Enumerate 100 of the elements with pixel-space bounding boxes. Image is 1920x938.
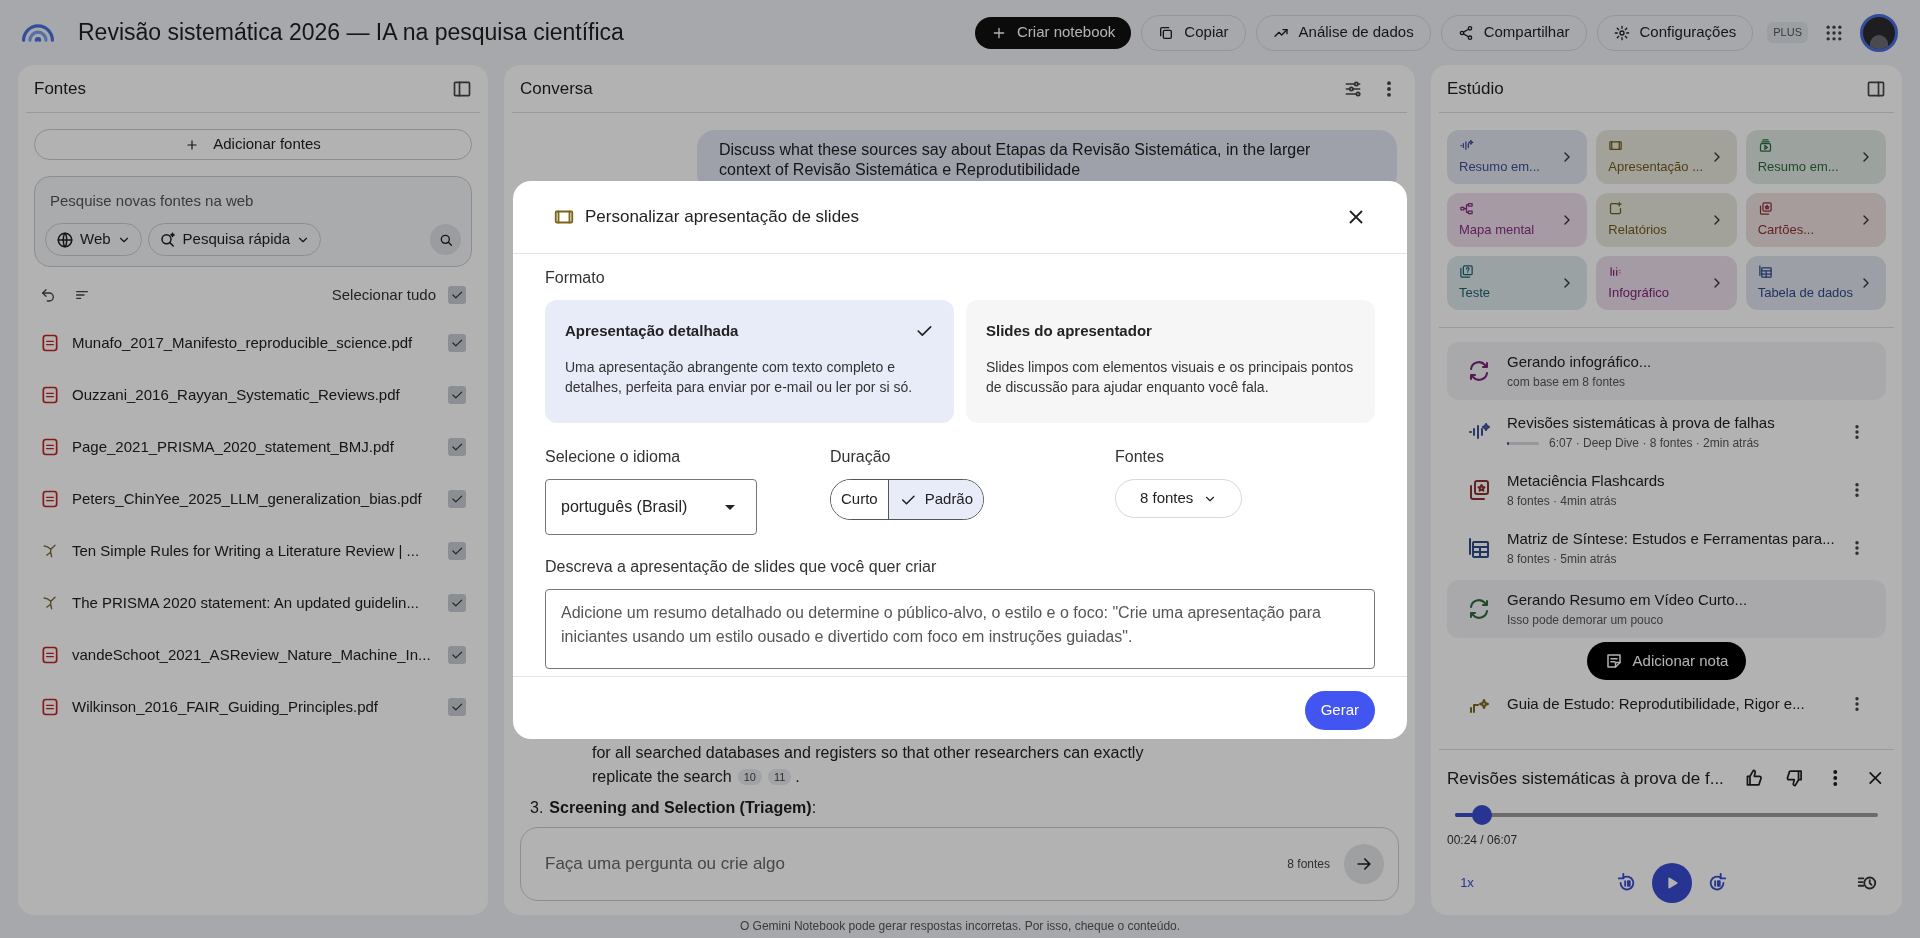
tile-label: Tabela de dados (1757, 283, 1855, 302)
source-item[interactable]: Ten Simple Rules for Writing a Literature Review | ... (26, 525, 480, 577)
field-label: Duração (830, 447, 892, 467)
field-label: Formato (545, 268, 606, 288)
undo-icon[interactable] (40, 287, 56, 303)
header-button[interactable]: Copiar (1141, 14, 1246, 51)
tile-label: Mapa mental (1459, 220, 1536, 239)
source-item[interactable]: The PRISMA 2020 statement: An updated guidelin... (26, 577, 480, 629)
item-title: Matriz de Síntese: Estudos e Ferramentas para... (1507, 528, 1832, 549)
source-name: vandeSchoot_2021_ASReview_Nature_Machine_In... (72, 644, 432, 665)
source-name: Page_2021_PRISMA_2020_statement_BMJ.pdf (72, 436, 395, 457)
select-value: português (Brasil) (561, 497, 689, 517)
source-item[interactable]: Munafo_2017_Manifesto_reproducible_science.pdf (26, 317, 480, 369)
item-meta: com base em 8 fontes (1507, 374, 1626, 392)
item-meta: 6:07 · Deep Dive · 8 fontes · 2min atrás (1549, 435, 1760, 453)
item-title: Gerando Resumo em Vídeo Curto... (1507, 589, 1749, 610)
studio-item[interactable]: Guia de Estudo: Reprodutibilidade, Rigor e... (1447, 684, 1886, 724)
tile-label: Relatórios (1608, 220, 1668, 239)
checkbox[interactable] (448, 594, 466, 612)
format-option[interactable]: Apresentação detalhada Uma apresentação abrangente com texto completo e detalhes, perfeita para enviar por e-mail ou ler por si só. (545, 300, 954, 423)
avatar[interactable] (1860, 13, 1898, 52)
item-meta: 8 fontes · 5min atrás (1507, 551, 1617, 569)
checkbox[interactable] (448, 438, 466, 456)
field-label: Selecione o idioma (545, 447, 682, 467)
playback-time: 00:24 / 06:07 (1447, 832, 1519, 849)
message-text: Discuss what these sources say about Etapas da Revisão Sistemática, in the larger (719, 140, 1312, 160)
source-item[interactable]: vandeSchoot_2021_ASReview_Nature_Machine_In... (26, 629, 480, 681)
header-button[interactable]: Criar notebook (974, 16, 1132, 49)
item-title: Metaciência Flashcards (1507, 470, 1666, 491)
item-meta: Isso pode demorar um pouco (1507, 612, 1664, 630)
checkbox[interactable] (448, 386, 466, 404)
source-item[interactable]: Peters_ChinYee_2025_LLM_generalization_bias.pdf (26, 473, 480, 525)
send-button[interactable] (1344, 844, 1384, 884)
document-icon (40, 489, 60, 509)
language-select[interactable]: português (Brasil) (545, 479, 757, 535)
note-icon (1604, 652, 1623, 670)
list-item-text: Screening and Selection (Triagem): (549, 798, 817, 818)
checkbox[interactable] (448, 334, 466, 352)
generate-button[interactable]: Gerar (1304, 691, 1375, 730)
plan-badge: PLUS (1767, 22, 1808, 43)
option-title: Slides do apresentador (986, 321, 1153, 341)
field-label: Fontes (1115, 447, 1165, 467)
document-icon (40, 385, 60, 405)
play-button[interactable] (1651, 863, 1692, 903)
source-name: Munafo_2017_Manifesto_reproducible_science.pdf (72, 332, 414, 353)
refresh-icon (1467, 359, 1491, 383)
studio-item[interactable]: Revisões sistemáticas à prova de falhas 6:07 · Deep Dive · 8 fontes · 2min atrás (1447, 406, 1886, 458)
duration-option[interactable]: Padrão (887, 480, 984, 519)
video-icon (1757, 137, 1773, 153)
citation-chip[interactable]: 11 (767, 768, 792, 786)
format-option[interactable]: Slides do apresentador Slides limpos com elementos visuais e os principais pontos de discussão para ajudar enquanto você fala. (966, 300, 1375, 423)
select-all-label: Selecionar tudo (331, 284, 436, 305)
studio-item[interactable]: Metaciência Flashcards 8 fontes · 4min atrás (1447, 464, 1886, 516)
search-field[interactable]: Pesquise novas fontes na web (45, 190, 461, 213)
waveform-icon (1459, 137, 1474, 153)
seek-thumb[interactable] (1472, 805, 1493, 825)
header-button[interactable]: Compartilhar (1440, 14, 1587, 51)
cards-icon (1467, 478, 1491, 502)
speed-button[interactable]: 1x (1447, 873, 1487, 893)
disclaimer: O Gemini Notebook pode gerar respostas incorretas. Por isso, cheque o conteúdo. (738, 918, 1182, 935)
response-text: . (795, 767, 800, 787)
checkbox[interactable] (448, 698, 466, 716)
report-icon (1608, 200, 1624, 216)
globe-icon (56, 230, 74, 249)
option-description: Uma apresentação abrangente com texto completo e detalhes, perfeita para enviar por e-mail ou ler por si só. (565, 357, 914, 397)
source-item[interactable]: Ouzzani_2016_Rayyan_Systematic_Reviews.pdf (26, 369, 480, 421)
studio-item[interactable]: Matriz de Síntese: Estudos e Ferramentas para... 8 fontes · 5min atrás (1447, 522, 1886, 574)
add-note-button[interactable]: Adicionar nota (1586, 642, 1747, 680)
document-icon (40, 697, 60, 717)
question-field[interactable]: Faça uma pergunta ou crie algo (545, 851, 1274, 877)
header-button[interactable]: Configurações (1596, 14, 1754, 51)
citation-chip[interactable]: 10 (737, 768, 762, 786)
table-icon (1757, 263, 1773, 279)
input-bar[interactable]: Faça uma pergunta ou crie algo 8 fontes (520, 827, 1399, 901)
field-label: Descreva a apresentação de slides que você quer criar (545, 557, 938, 577)
description-field[interactable]: Adicione um resumo detalhado ou determine o público-alvo, o estilo e o foco: "Crie uma apresentação para iniciantes usando um estilo ousado e divertido com foco em instruções guiadas". (545, 589, 1375, 669)
panel-title: Fontes (34, 77, 87, 100)
document-icon (40, 645, 60, 665)
header-button[interactable]: Análise de dados (1255, 14, 1431, 51)
tile-label: Infográfico (1608, 283, 1671, 302)
checkbox[interactable] (448, 542, 466, 560)
item-title: Gerando infográfico... (1507, 351, 1653, 372)
copy-icon (1158, 24, 1175, 41)
dialog-title: Personalizar apresentação de slides (585, 206, 861, 229)
source-name: Ten Simple Rules for Writing a Literature Review | ... (72, 540, 421, 561)
search-button[interactable] (430, 224, 461, 255)
plus-icon (185, 137, 200, 152)
checkbox[interactable] (448, 490, 466, 508)
option-title: Apresentação detalhada (565, 321, 740, 341)
dropdown-icon (725, 504, 735, 510)
source-name: Wilkinson_2016_FAIR_Guiding_Principles.pdf (72, 696, 379, 717)
tile-label: Resumo em... (1459, 157, 1541, 176)
cards-icon (1757, 200, 1773, 216)
source-item[interactable]: Page_2021_PRISMA_2020_statement_BMJ.pdf (26, 421, 480, 473)
response-text: replicate the search (592, 767, 732, 787)
checkbox[interactable] (448, 646, 466, 664)
tile-label: Resumo em... (1757, 157, 1840, 176)
checkbox[interactable] (448, 286, 466, 304)
source-item[interactable]: Wilkinson_2016_FAIR_Guiding_Principles.pdf (26, 681, 480, 733)
document-icon (40, 437, 60, 457)
